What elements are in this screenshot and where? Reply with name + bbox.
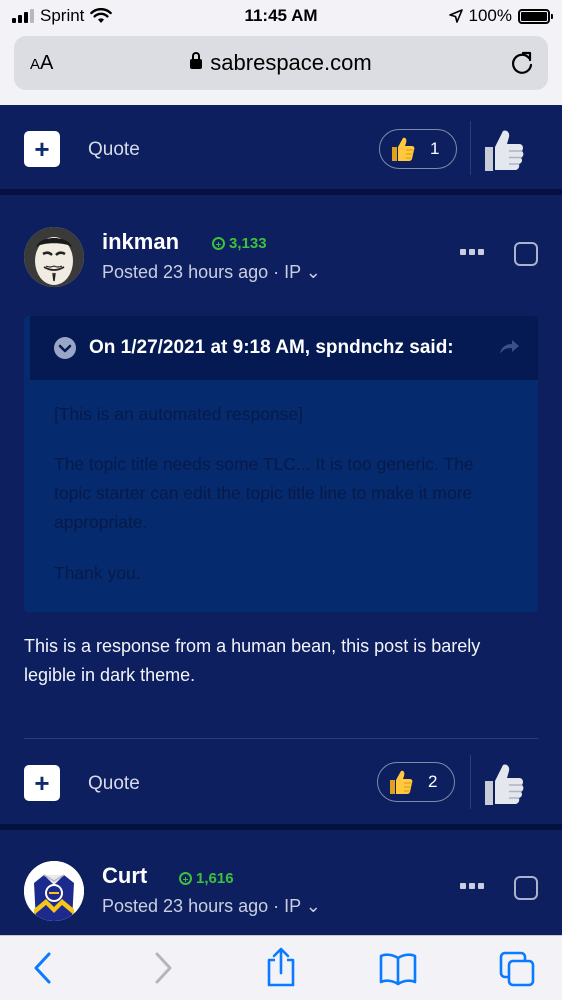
battery-icon: [518, 8, 553, 24]
reaction-count: 2: [428, 772, 438, 791]
forward-icon[interactable]: [150, 950, 176, 986]
battery-group: 100%: [448, 6, 553, 26]
reaction-count-button[interactable]: 2: [377, 762, 455, 802]
reputation-badge: 3,133: [212, 235, 267, 252]
quote-citation: On 1/27/2021 at 9:18 AM, spndnchz said:: [89, 337, 454, 358]
more-options-icon[interactable]: [460, 249, 484, 255]
bookmarks-icon[interactable]: [378, 952, 418, 986]
page-content: + Quote 1 inkman 3,133 Posted 23 hours a…: [0, 105, 562, 935]
action-divider: [470, 755, 471, 809]
reputation-plus-icon: [179, 872, 192, 885]
reputation-badge: 1,616: [179, 870, 234, 887]
post-actions: + Quote 2: [0, 739, 562, 825]
battery-percent: 100%: [468, 6, 512, 25]
quote-line: [This is an automated response]: [54, 404, 304, 424]
select-post-checkbox[interactable]: [514, 242, 538, 266]
address-bar[interactable]: AA sabrespace.com: [14, 36, 548, 90]
go-to-post-icon[interactable]: [498, 338, 520, 356]
status-bar: Sprint 11:45 AM 100%: [0, 0, 562, 32]
sabres-jersey-icon: [24, 861, 84, 921]
thumbs-up-emoji-icon: [390, 770, 413, 794]
back-icon[interactable]: [30, 950, 56, 986]
like-button-icon[interactable]: [482, 761, 526, 807]
browser-chrome: AA sabrespace.com: [0, 32, 562, 105]
reputation-value: 3,133: [229, 235, 267, 252]
multiquote-button[interactable]: +: [24, 131, 60, 167]
share-icon[interactable]: [264, 946, 298, 988]
url-display[interactable]: sabrespace.com: [14, 50, 548, 76]
more-options-icon[interactable]: [460, 883, 484, 889]
lock-icon: [190, 52, 203, 69]
quote-button[interactable]: Quote: [88, 139, 140, 161]
quote-line: Thank you.: [54, 563, 141, 583]
reload-icon[interactable]: [510, 50, 534, 76]
post-meta[interactable]: Posted 23 hours ago · IP ⌄: [102, 262, 321, 283]
reputation-value: 1,616: [196, 870, 234, 887]
post-meta[interactable]: Posted 23 hours ago · IP ⌄: [102, 896, 321, 917]
quote-block: On 1/27/2021 at 9:18 AM, spndnchz said: …: [24, 316, 538, 612]
multiquote-button[interactable]: +: [24, 765, 60, 801]
reaction-count-button[interactable]: 1: [379, 129, 457, 169]
quote-header[interactable]: On 1/27/2021 at 9:18 AM, spndnchz said:: [30, 316, 538, 380]
reaction-count: 1: [430, 139, 440, 158]
like-button-icon[interactable]: [482, 127, 526, 173]
user-avatar[interactable]: [24, 227, 84, 287]
browser-toolbar: [0, 935, 562, 1000]
post-body: This is a response from a human bean, th…: [24, 636, 481, 685]
action-divider: [470, 121, 471, 175]
tabs-icon[interactable]: [498, 950, 536, 988]
user-avatar[interactable]: [24, 861, 84, 921]
quote-line: The topic title needs some TLC... It is …: [54, 454, 474, 532]
guy-fawkes-mask-icon: [24, 227, 84, 287]
post-separator: [0, 824, 562, 830]
post-author-name[interactable]: Curt: [102, 863, 147, 889]
next-post-header: Curt 1,616 Posted 23 hours ago · IP ⌄: [0, 843, 562, 935]
quote-button[interactable]: Quote: [88, 773, 140, 795]
select-post-checkbox[interactable]: [514, 876, 538, 900]
post-separator: [0, 189, 562, 195]
location-icon: [448, 9, 463, 23]
post-header: inkman 3,133 Posted 23 hours ago · IP ⌄: [0, 209, 562, 319]
post-actions-previous: + Quote 1: [0, 105, 562, 191]
url-text: sabrespace.com: [210, 50, 372, 75]
chevron-down-icon[interactable]: [54, 337, 76, 359]
post-author-name[interactable]: inkman: [102, 229, 179, 255]
reputation-plus-icon: [212, 237, 225, 250]
thumbs-up-emoji-icon: [392, 137, 415, 161]
